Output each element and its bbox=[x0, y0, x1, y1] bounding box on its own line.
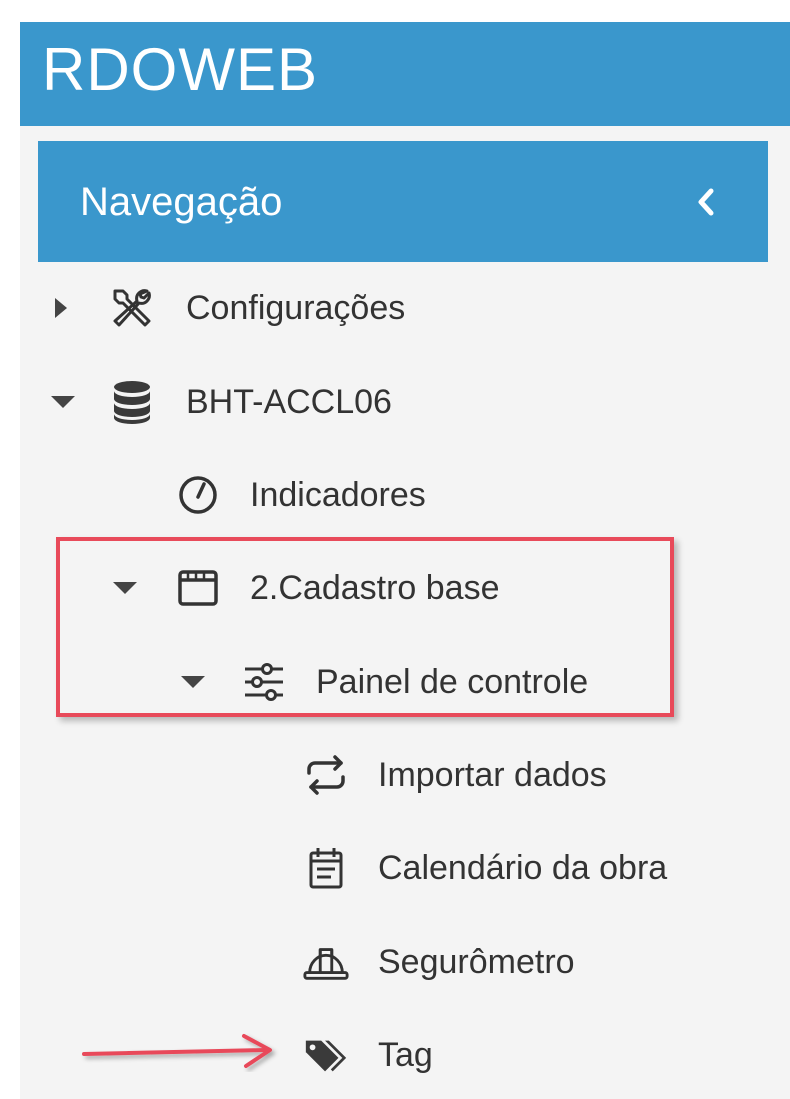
tools-icon bbox=[108, 284, 156, 332]
tree-item-label: Calendário da obra bbox=[378, 849, 668, 887]
tree-item-label: Indicadores bbox=[250, 476, 426, 514]
app-window: RDOWEB Navegação Configurações BHT-ACCL0… bbox=[20, 22, 790, 1099]
sync-arrows-icon bbox=[302, 751, 350, 799]
caret-down-icon[interactable] bbox=[178, 667, 208, 697]
tree-item-painel-controle[interactable]: Painel de controle bbox=[20, 652, 720, 712]
collapse-sidebar-button[interactable] bbox=[686, 181, 726, 223]
caret-down-icon[interactable] bbox=[110, 573, 140, 603]
hard-hat-icon bbox=[302, 938, 350, 986]
caret-down-icon[interactable] bbox=[48, 387, 78, 417]
brand-logo[interactable]: RDOWEB bbox=[42, 34, 318, 106]
top-bar: RDOWEB bbox=[20, 22, 790, 126]
tree-item-indicadores[interactable]: Indicadores bbox=[20, 465, 720, 525]
window-icon bbox=[174, 564, 222, 612]
chevron-left-icon bbox=[698, 188, 714, 216]
calendar-icon bbox=[302, 844, 350, 892]
tree-item-label: Configurações bbox=[186, 289, 406, 327]
tree-item-label: BHT-ACCL06 bbox=[186, 383, 392, 421]
tags-icon bbox=[302, 1031, 350, 1079]
tree-item-label: 2.Cadastro base bbox=[250, 569, 500, 607]
tree-item-project[interactable]: BHT-ACCL06 bbox=[20, 372, 720, 432]
tree-item-importar-dados[interactable]: Importar dados bbox=[20, 745, 720, 805]
tree-item-label: Painel de controle bbox=[316, 663, 589, 701]
gauge-icon bbox=[174, 471, 222, 519]
caret-right-icon[interactable] bbox=[46, 293, 76, 323]
navigation-title: Navegação bbox=[80, 180, 283, 224]
tree-item-label: Segurômetro bbox=[378, 943, 575, 981]
database-icon bbox=[108, 378, 156, 426]
tree-item-configuracoes[interactable]: Configurações bbox=[20, 278, 720, 338]
tree-item-tag[interactable]: Tag bbox=[20, 1025, 720, 1085]
navigation-header: Navegação bbox=[38, 141, 768, 262]
tree-item-label: Tag bbox=[378, 1036, 433, 1074]
tree-item-label: Importar dados bbox=[378, 756, 607, 794]
tree-item-calendario[interactable]: Calendário da obra bbox=[20, 838, 740, 898]
tree-item-segurometro[interactable]: Segurômetro bbox=[20, 932, 720, 992]
sliders-icon bbox=[240, 658, 288, 706]
tree-item-cadastro-base[interactable]: 2.Cadastro base bbox=[20, 558, 720, 618]
